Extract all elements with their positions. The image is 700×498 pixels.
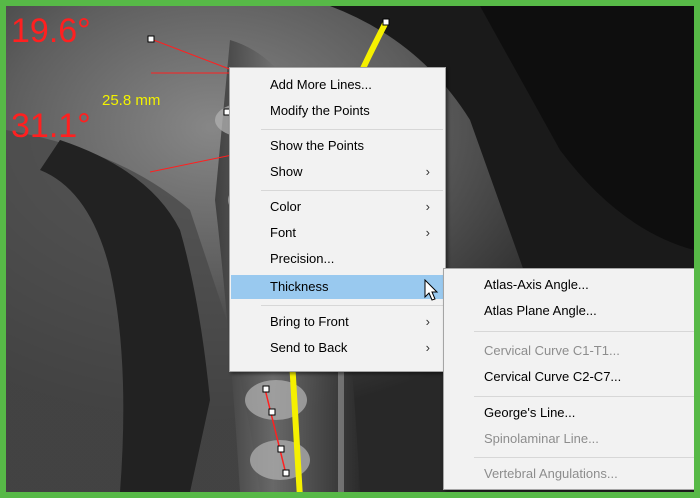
chevron-right-icon: › bbox=[425, 314, 430, 329]
control-point[interactable] bbox=[147, 35, 155, 43]
distance-measurement: 25.8 mm bbox=[102, 92, 161, 109]
menu-item-send-to-back[interactable]: Send to Back › bbox=[231, 336, 444, 360]
angle-line-lower bbox=[149, 154, 233, 173]
submenu-item-atlas-axis-angle[interactable]: Atlas-Axis Angle... bbox=[445, 273, 694, 297]
submenu-item-cervical-curve-c2-c7[interactable]: Cervical Curve C2-C7... bbox=[445, 365, 694, 389]
angle-measurement-mid: 31.1° bbox=[11, 107, 91, 145]
submenu-item-vertebral-angulations: Vertebral Angulations... bbox=[484, 466, 618, 481]
menu-separator bbox=[474, 331, 694, 332]
submenu-item-atlas-plane-angle[interactable]: Atlas Plane Angle... bbox=[445, 299, 694, 323]
menu-separator bbox=[261, 129, 443, 130]
menu-item-add-more-lines[interactable]: Add More Lines... bbox=[231, 73, 444, 97]
angle-measurement-top: 19.6° bbox=[11, 12, 91, 50]
submenu-item-cervical-curve-c1-t1: Cervical Curve C1-T1... bbox=[484, 343, 620, 358]
control-point[interactable] bbox=[268, 408, 276, 416]
menu-separator bbox=[261, 190, 443, 191]
chevron-right-icon: › bbox=[425, 225, 430, 240]
control-point[interactable] bbox=[282, 469, 290, 477]
chevron-right-icon: › bbox=[425, 199, 430, 214]
menu-item-font[interactable]: Font › bbox=[231, 221, 444, 245]
menu-separator bbox=[474, 396, 694, 397]
vertebra-line bbox=[264, 388, 286, 471]
chevron-right-icon: › bbox=[425, 164, 430, 179]
menu-item-color[interactable]: Color › bbox=[231, 195, 444, 219]
control-point[interactable] bbox=[262, 385, 270, 393]
menu-item-show[interactable]: Show › bbox=[231, 160, 444, 184]
control-point[interactable] bbox=[382, 18, 390, 26]
menu-item-modify-points[interactable]: Modify the Points bbox=[231, 99, 444, 123]
thickness-submenu: Atlas-Axis Angle... Atlas Plane Angle...… bbox=[443, 268, 694, 490]
mouse-cursor-icon bbox=[424, 279, 439, 301]
menu-item-show-points[interactable]: Show the Points bbox=[231, 134, 444, 158]
xray-viewer-frame[interactable]: 19.6° 31.1° 25.8 mm Add More Lines... Mo… bbox=[0, 0, 700, 498]
submenu-item-georges-line[interactable]: George's Line... bbox=[445, 401, 694, 425]
chevron-right-icon: › bbox=[425, 340, 430, 355]
submenu-item-spinolaminar-line: Spinolaminar Line... bbox=[484, 431, 599, 446]
menu-item-precision[interactable]: Precision... bbox=[231, 247, 444, 271]
menu-item-bring-to-front[interactable]: Bring to Front › bbox=[231, 310, 444, 334]
control-point[interactable] bbox=[277, 445, 285, 453]
context-menu: Add More Lines... Modify the Points Show… bbox=[229, 67, 446, 372]
menu-separator bbox=[261, 305, 443, 306]
angle-line-top bbox=[150, 38, 233, 71]
menu-item-thickness[interactable]: Thickness› bbox=[231, 275, 444, 299]
menu-separator bbox=[474, 457, 694, 458]
